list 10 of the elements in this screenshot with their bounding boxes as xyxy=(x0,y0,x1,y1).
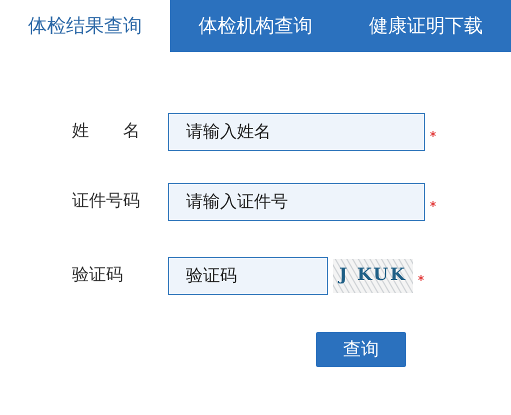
field-label: 验证码 xyxy=(72,264,124,288)
captcha-field[interactable]: 验证码 xyxy=(168,257,328,295)
search-button[interactable]: 查询 xyxy=(316,332,406,367)
tab[interactable]: 健康证明下载 xyxy=(341,0,511,52)
tab[interactable]: 体检机构查询 xyxy=(170,0,341,52)
input-field[interactable]: 请输入证件号 xyxy=(168,183,425,221)
field-label: 证件号码 xyxy=(72,190,141,214)
input-field[interactable]: 请输入姓名 xyxy=(168,113,425,151)
field-label: 姓 名 xyxy=(72,120,141,144)
captcha-image: J KUK xyxy=(333,259,413,293)
